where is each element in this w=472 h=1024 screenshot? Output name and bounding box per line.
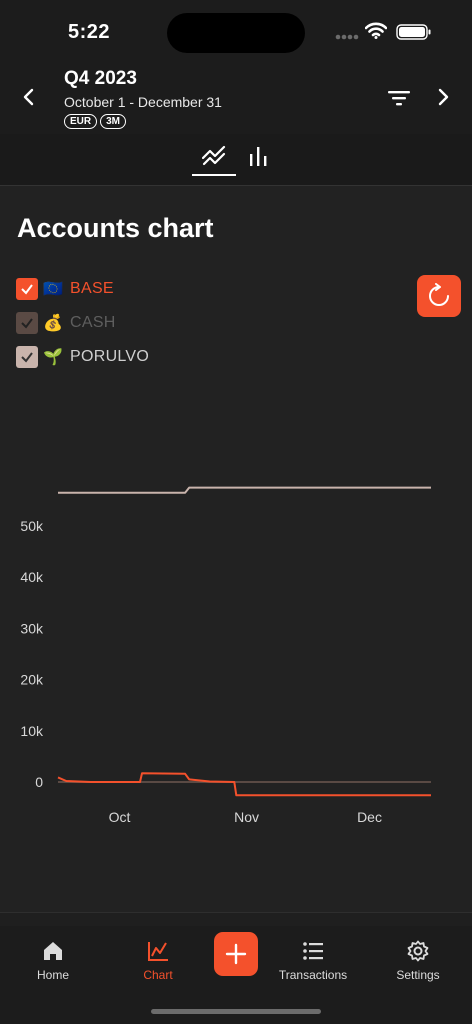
chart-type-switcher <box>0 134 472 186</box>
legend-label-cash: CASH <box>70 314 116 331</box>
nav-settings-label: Settings <box>396 968 440 982</box>
period-date-range: October 1 - December 31 <box>64 94 222 110</box>
chart-icon <box>148 942 168 961</box>
tab-line-chart[interactable] <box>192 134 236 176</box>
chevron-right-icon[interactable] <box>432 86 454 108</box>
eu-flag-icon: 🇪🇺 <box>43 281 63 298</box>
series-line-base <box>57 772 431 797</box>
battery-icon <box>396 24 431 40</box>
tab-bar: Home Chart Transactions Settings <box>0 926 472 1024</box>
y-tick-label: 20k <box>20 672 44 688</box>
period-title[interactable]: Q4 2023 <box>64 68 137 90</box>
list-icon <box>303 942 323 960</box>
plus-icon <box>225 943 247 965</box>
check-icon <box>21 318 33 329</box>
nav-transactions[interactable]: Transactions <box>268 940 358 982</box>
check-icon <box>21 284 33 295</box>
gear-icon <box>407 940 429 962</box>
refresh-button[interactable] <box>417 275 461 317</box>
y-tick-label: 40k <box>20 569 44 585</box>
status-bar: 5:22 <box>0 0 472 62</box>
checkbox-porulvo[interactable] <box>16 346 38 368</box>
checkbox-base[interactable] <box>16 278 38 300</box>
seedling-icon: 🌱 <box>43 349 63 366</box>
y-tick-label: 10k <box>20 723 44 739</box>
y-tick-label: 50k <box>20 518 44 534</box>
page-title: Accounts chart <box>17 213 214 243</box>
signal-icon <box>335 34 359 40</box>
currency-chip: EUR <box>64 114 98 129</box>
filter-icon[interactable] <box>387 89 411 107</box>
check-icon <box>21 352 33 363</box>
dynamic-island <box>167 13 305 53</box>
add-transaction-button[interactable] <box>214 932 258 976</box>
duration-chip: 3M <box>100 114 127 129</box>
home-icon <box>44 942 62 960</box>
legend-item-porulvo[interactable]: 🌱 PORULVO <box>16 346 149 368</box>
home-indicator <box>151 1009 321 1014</box>
legend-label-base: BASE <box>70 280 114 297</box>
accounts-line-chart: 0 10k 20k 30k 40k 50k Oct Nov Dec <box>20 486 431 825</box>
legend-item-base[interactable]: 🇪🇺 BASE <box>16 278 149 300</box>
period-header: Q4 2023 October 1 - December 31 EUR 3M <box>0 62 472 134</box>
nav-settings[interactable]: Settings <box>373 940 463 982</box>
x-tick-label: Oct <box>109 809 131 825</box>
refresh-icon <box>429 283 449 306</box>
money-bag-icon: 💰 <box>43 315 63 332</box>
period-chips: EUR 3M <box>64 114 127 129</box>
y-tick-label: 0 <box>35 774 43 790</box>
chevron-left-icon[interactable] <box>18 86 40 108</box>
accounts-legend: 🇪🇺 BASE 💰 CASH 🌱 PORULVO <box>16 278 149 380</box>
checkbox-cash[interactable] <box>16 312 38 334</box>
line-chart-icon <box>202 145 226 166</box>
nav-home[interactable]: Home <box>8 940 98 982</box>
legend-label-porulvo: PORULVO <box>70 348 150 365</box>
nav-transactions-label: Transactions <box>278 968 348 982</box>
nav-home-label: Home <box>36 968 69 982</box>
bar-chart-icon[interactable] <box>246 144 270 168</box>
y-tick-label: 30k <box>20 620 44 636</box>
x-tick-label: Nov <box>234 809 259 825</box>
x-tick-label: Dec <box>357 809 382 825</box>
active-tab-indicator <box>192 174 236 176</box>
nav-chart[interactable]: Chart <box>113 940 203 982</box>
legend-item-cash[interactable]: 💰 CASH <box>16 312 149 334</box>
tabbar-separator <box>0 912 472 926</box>
status-time: 5:22 <box>68 21 111 43</box>
wifi-icon <box>365 22 387 39</box>
series-line-porulvo <box>58 486 431 494</box>
nav-chart-label: Chart <box>143 968 173 982</box>
